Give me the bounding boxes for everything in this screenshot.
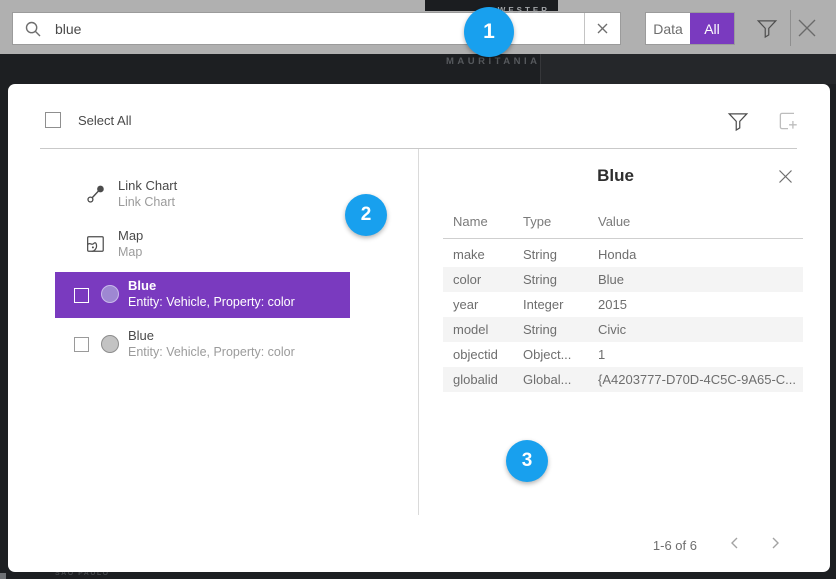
result-subtitle: Entity: Vehicle, Property: color [128, 345, 295, 359]
add-to-selection-icon[interactable] [776, 109, 800, 133]
cell-value: 2015 [598, 292, 627, 317]
panel-vertical-divider [418, 149, 419, 515]
cell-type: String [523, 267, 557, 292]
cell-type: Global... [523, 367, 571, 392]
toolbar-divider [790, 10, 791, 46]
attribute-table: Name Type Value make String Honda color … [443, 210, 803, 238]
column-header-name: Name [453, 214, 488, 229]
result-subtitle: Map [118, 245, 142, 259]
cell-value: {A4203777-D70D-4C5C-9A65-C... [598, 367, 796, 392]
result-subtitle: Entity: Vehicle, Property: color [128, 295, 295, 309]
table-row: model String Civic [443, 317, 803, 342]
cell-name: objectid [453, 342, 498, 367]
cell-name: model [453, 317, 488, 342]
pagination-next-icon[interactable] [768, 536, 786, 554]
cell-value: 1 [598, 342, 605, 367]
cell-type: Integer [523, 292, 563, 317]
cell-value: Honda [598, 242, 636, 267]
result-item-blue-selected[interactable]: Blue Entity: Vehicle, Property: color [55, 272, 350, 318]
map-corner-chip [0, 573, 6, 579]
table-row: year Integer 2015 [443, 292, 803, 317]
result-checkbox[interactable] [74, 337, 89, 352]
scope-data-button[interactable]: Data [646, 13, 690, 44]
callout-badge-3: 3 [506, 440, 548, 482]
cell-value: Civic [598, 317, 626, 342]
cell-name: year [453, 292, 478, 317]
select-all-checkbox[interactable] [45, 112, 61, 128]
detail-close-icon[interactable] [778, 169, 796, 187]
result-checkbox[interactable] [74, 288, 89, 303]
table-row: make String Honda [443, 242, 803, 267]
cell-name: color [453, 267, 481, 292]
column-header-type: Type [523, 214, 551, 229]
select-all-label: Select All [78, 113, 131, 128]
table-row: globalid Global... {A4203777-D70D-4C5C-9… [443, 367, 803, 392]
cell-type: String [523, 317, 557, 342]
cell-name: globalid [453, 367, 498, 392]
cell-type: Object... [523, 342, 571, 367]
table-row: objectid Object... 1 [443, 342, 803, 367]
pagination-label: 1-6 of 6 [600, 538, 697, 553]
result-title: Link Chart [118, 178, 177, 193]
search-clear-button[interactable] [584, 13, 620, 44]
scope-all-button[interactable]: All [690, 13, 734, 44]
search-scope-toggle: Data All [645, 12, 735, 45]
pagination-prev-icon[interactable] [728, 536, 746, 554]
search-icon [25, 21, 41, 37]
cell-type: String [523, 242, 557, 267]
result-title: Blue [128, 328, 154, 343]
map-icon [86, 234, 106, 254]
callout-badge-1: 1 [464, 7, 514, 57]
result-subtitle: Link Chart [118, 195, 175, 209]
map-label-mauritania: MAURITANIA [446, 56, 566, 67]
search-box [12, 12, 621, 45]
entity-circle-icon [101, 335, 119, 353]
app-window: MAURITANIA SAO PAULO Data All [0, 0, 836, 579]
cell-name: make [453, 242, 485, 267]
map-region [540, 54, 836, 84]
column-header-value: Value [598, 214, 630, 229]
search-toolbar: Data All [0, 0, 836, 54]
entity-circle-icon [101, 285, 119, 303]
table-header-row: Name Type Value [443, 210, 803, 238]
detail-title: Blue [443, 166, 788, 186]
callout-badge-2: 2 [345, 194, 387, 236]
result-title: Blue [128, 278, 156, 293]
filter-icon[interactable] [756, 17, 778, 39]
close-search-icon[interactable] [796, 17, 818, 39]
results-filter-icon[interactable] [727, 110, 749, 132]
table-row: color String Blue [443, 267, 803, 292]
cell-value: Blue [598, 267, 624, 292]
search-results-panel: Select All Link Chart Link [8, 84, 830, 572]
result-title: Map [118, 228, 143, 243]
table-header-divider [443, 238, 803, 239]
link-chart-icon [86, 184, 106, 204]
